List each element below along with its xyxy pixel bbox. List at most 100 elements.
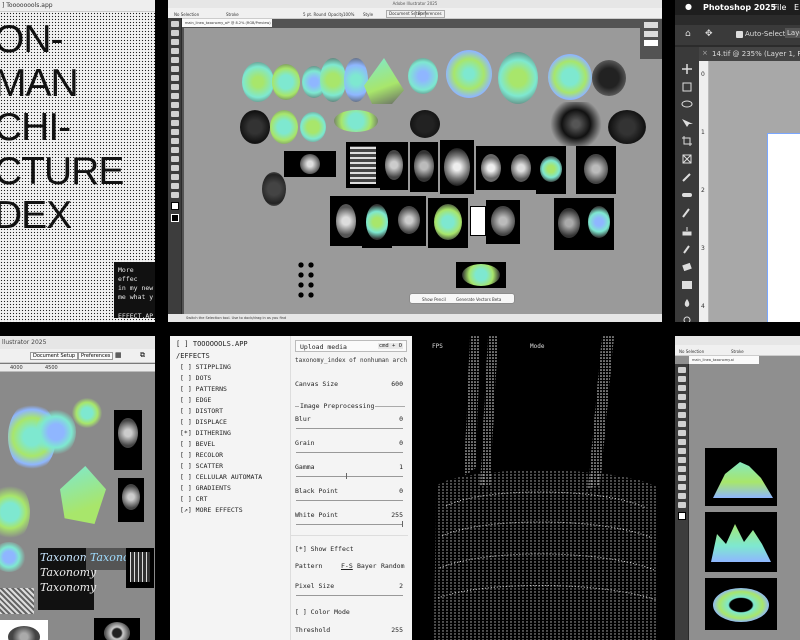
specimen-image[interactable] bbox=[364, 58, 404, 104]
thumbnail-card[interactable] bbox=[584, 198, 614, 250]
selection-tool-icon[interactable] bbox=[678, 367, 686, 373]
upload-button[interactable]: Upload media cmd + O bbox=[295, 340, 407, 352]
preferences-button[interactable]: Preferences bbox=[415, 10, 445, 18]
specimen-card[interactable] bbox=[705, 512, 777, 572]
effect-scatter[interactable]: [ ] SCATTER bbox=[180, 462, 223, 470]
apple-icon[interactable]: ● bbox=[685, 2, 692, 11]
object-select-icon[interactable] bbox=[679, 113, 695, 127]
thumbnail-card[interactable] bbox=[362, 196, 392, 248]
effect-gradients[interactable]: [ ] GRADIENTS bbox=[180, 484, 231, 492]
effect-dithering[interactable]: [*] DITHERING bbox=[180, 429, 231, 437]
rectangle-tool-icon[interactable] bbox=[171, 75, 179, 81]
selection-tool-icon[interactable] bbox=[171, 21, 179, 27]
eyedropper-icon[interactable] bbox=[678, 502, 686, 508]
specimen-image[interactable] bbox=[408, 58, 438, 94]
line-tool-icon[interactable] bbox=[678, 412, 686, 418]
magic-wand-icon[interactable] bbox=[171, 39, 179, 45]
preferences-button[interactable]: Preferences bbox=[78, 352, 114, 360]
pencil-tool-icon[interactable] bbox=[171, 93, 179, 99]
zoom-tool-icon[interactable] bbox=[171, 192, 179, 198]
effect-recolor[interactable]: [ ] RECOLOR bbox=[180, 451, 223, 459]
crop-icon[interactable] bbox=[679, 131, 695, 146]
stroke-swatch[interactable] bbox=[171, 214, 179, 222]
specimen-image[interactable] bbox=[498, 52, 538, 104]
move-icon[interactable] bbox=[679, 59, 695, 74]
panel-icon[interactable] bbox=[644, 40, 658, 46]
dodge-icon[interactable] bbox=[679, 311, 695, 322]
panel-icon[interactable] bbox=[644, 22, 658, 28]
specimen-image[interactable] bbox=[592, 60, 626, 96]
black-point-slider[interactable] bbox=[296, 500, 403, 501]
thumbnail-card[interactable] bbox=[346, 142, 380, 188]
ps-canvas[interactable] bbox=[709, 61, 800, 322]
specimen-image[interactable] bbox=[72, 398, 102, 428]
shape-builder-icon[interactable] bbox=[171, 138, 179, 144]
gamma-slider[interactable] bbox=[296, 476, 403, 477]
rectangle-tool-icon[interactable] bbox=[678, 421, 686, 427]
specimen-image[interactable] bbox=[0, 542, 26, 572]
document-tab[interactable]: × 14.tif @ 235% (Layer 1, RGB/8 bbox=[699, 47, 800, 61]
expand-icon[interactable]: ⧉ bbox=[140, 351, 145, 360]
promo-cta[interactable]: EFFECT.AP bbox=[118, 312, 155, 321]
pattern-option-random[interactable]: Random bbox=[381, 562, 404, 570]
show-effect-toggle[interactable]: [*] Show Effect bbox=[295, 545, 354, 553]
generate-vectors-button[interactable]: Generate Vectors Beta bbox=[456, 297, 501, 302]
eraser-tool-icon[interactable] bbox=[171, 102, 179, 108]
rotate-tool-icon[interactable] bbox=[678, 457, 686, 463]
specimen-image[interactable] bbox=[242, 62, 274, 102]
pen-tool-icon[interactable] bbox=[171, 48, 179, 54]
effect-displace[interactable]: [ ] DISPLACE bbox=[180, 418, 227, 426]
thumbnail-card[interactable] bbox=[392, 196, 426, 246]
document-tab[interactable]: main_linea_taxonomy_ai* @ 8.2% (RGB/Prev… bbox=[182, 19, 272, 27]
history-brush-icon[interactable] bbox=[679, 239, 695, 254]
width-tool-icon[interactable] bbox=[678, 475, 686, 481]
thumbnail-card[interactable] bbox=[486, 200, 520, 244]
specimen-card[interactable] bbox=[705, 578, 777, 630]
specimen-image[interactable] bbox=[0, 482, 30, 542]
brush-tool-icon[interactable] bbox=[678, 430, 686, 436]
specimen-image[interactable] bbox=[262, 172, 286, 206]
scale-tool-icon[interactable] bbox=[171, 120, 179, 126]
healing-icon[interactable] bbox=[679, 185, 695, 197]
specimen-image[interactable] bbox=[240, 110, 270, 144]
auto-select-checkbox[interactable] bbox=[736, 31, 743, 38]
move-tool-icon[interactable]: ✥ bbox=[705, 29, 713, 39]
effect-edge[interactable]: [ ] EDGE bbox=[180, 396, 211, 404]
brush-tool-icon[interactable] bbox=[171, 84, 179, 90]
effect-patterns[interactable]: [ ] PATTERNS bbox=[180, 385, 227, 393]
effect-stippling[interactable]: [ ] STIPPLING bbox=[180, 363, 231, 371]
artboard-icon[interactable] bbox=[679, 77, 695, 92]
specimen-image[interactable] bbox=[60, 466, 106, 524]
specimen-image[interactable] bbox=[608, 110, 646, 144]
direct-select-icon[interactable] bbox=[678, 376, 686, 382]
thumbnail-card[interactable] bbox=[554, 198, 584, 250]
pen-tool-icon[interactable] bbox=[678, 394, 686, 400]
thumbnail-card[interactable] bbox=[330, 196, 362, 246]
arrange-icon[interactable]: ▦ bbox=[115, 351, 122, 359]
thumbnail-card[interactable] bbox=[114, 410, 142, 470]
direct-select-icon[interactable] bbox=[171, 30, 179, 36]
browser-tab[interactable]: ] Toooooools.app bbox=[0, 0, 155, 12]
effect-bevel[interactable]: [ ] BEVEL bbox=[180, 440, 215, 448]
thumbnail-card[interactable] bbox=[380, 142, 408, 190]
thumbnail-card[interactable] bbox=[476, 146, 506, 190]
thumbnail-card[interactable] bbox=[94, 618, 140, 640]
effect-cellular-automata[interactable]: [ ] CELLULAR AUTOMATA bbox=[180, 473, 262, 481]
file-menu[interactable]: File bbox=[773, 3, 786, 12]
thumbnail-card[interactable] bbox=[284, 151, 336, 177]
point-cloud-view[interactable]: FPS Mode bbox=[426, 336, 662, 640]
app-menu[interactable]: Photoshop 2025 bbox=[703, 3, 776, 12]
thumbnail-card[interactable] bbox=[506, 146, 536, 190]
magic-wand-icon[interactable] bbox=[678, 385, 686, 391]
brush-selector[interactable]: 5 pt. Round bbox=[303, 12, 326, 17]
eyedropper-icon[interactable] bbox=[171, 156, 179, 162]
effect-distort[interactable]: [ ] DISTORT bbox=[180, 407, 223, 415]
color-mode-toggle[interactable]: [ ] Color Mode bbox=[295, 608, 350, 616]
artboard-tool-icon[interactable] bbox=[171, 174, 179, 180]
effect-crt[interactable]: [ ] CRT bbox=[180, 495, 207, 503]
specimen-image[interactable] bbox=[270, 110, 298, 144]
blur-icon[interactable] bbox=[679, 293, 695, 307]
line-tool-icon[interactable] bbox=[171, 66, 179, 72]
close-tab-icon[interactable]: × bbox=[702, 49, 708, 57]
document-tab[interactable]: main_linea_taxonomy.ai bbox=[689, 356, 759, 364]
